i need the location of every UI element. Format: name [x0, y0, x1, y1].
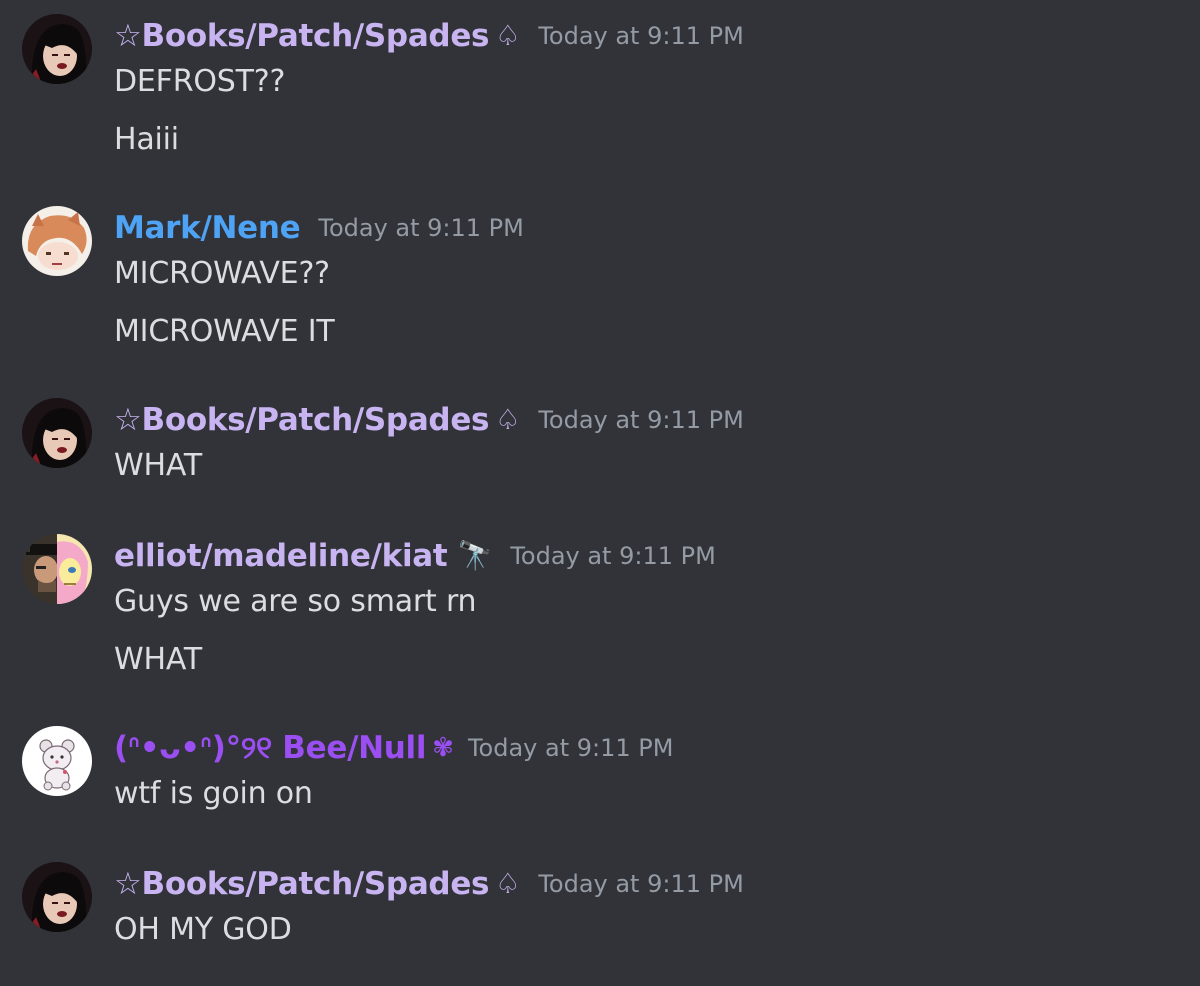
- dark-hair-character-avatar-icon: [22, 862, 92, 932]
- username[interactable]: (ᐢ•ᴗ•ᐢ)°୨୧ Bee/Null: [114, 730, 426, 767]
- message-header: (ᐢ•ᴗ•ᐢ)°୨୧ Bee/Null ✾ Today at 9:11 PM: [114, 726, 673, 770]
- user-avatar[interactable]: [22, 206, 92, 276]
- user-avatar[interactable]: [22, 14, 92, 84]
- flower-icon: ✾: [432, 733, 454, 763]
- user-avatar[interactable]: [22, 534, 92, 604]
- message-header: ☆Books/Patch/Spades ♤ Today at 9:11 PM: [114, 14, 744, 58]
- user-avatar[interactable]: [22, 862, 92, 932]
- message-header: elliot/madeline/kiat 🔭 Today at 9:11 PM: [114, 534, 716, 578]
- message-text: WHAT: [114, 642, 202, 677]
- telescope-icon: 🔭: [457, 539, 493, 572]
- dark-hair-character-avatar-icon: [22, 14, 92, 84]
- username[interactable]: Mark/Nene: [114, 210, 301, 246]
- timestamp[interactable]: Today at 9:11 PM: [468, 734, 674, 762]
- username[interactable]: ☆Books/Patch/Spades: [114, 18, 490, 54]
- message-text: MICROWAVE??: [114, 256, 330, 291]
- message-text: Haiii: [114, 122, 179, 157]
- message-text: Guys we are so smart rn: [114, 584, 477, 619]
- split-face-avatar-icon: [22, 534, 92, 604]
- chat-message-list: ☆Books/Patch/Spades ♤ Today at 9:11 PM D…: [0, 0, 1200, 986]
- message-header: Mark/Nene Today at 9:11 PM: [114, 206, 524, 250]
- timestamp[interactable]: Today at 9:11 PM: [538, 406, 744, 434]
- timestamp[interactable]: Today at 9:11 PM: [538, 870, 744, 898]
- dark-hair-character-avatar-icon: [22, 398, 92, 468]
- teddy-bear-avatar-icon: [22, 726, 92, 796]
- spade-icon: ♤: [495, 867, 521, 900]
- message-text: wtf is goin on: [114, 776, 313, 811]
- user-avatar[interactable]: [22, 398, 92, 468]
- orange-hair-character-avatar-icon: [22, 206, 92, 276]
- spade-icon: ♤: [495, 19, 521, 52]
- message-text: WHAT: [114, 448, 202, 483]
- timestamp[interactable]: Today at 9:11 PM: [538, 22, 744, 50]
- username[interactable]: ☆Books/Patch/Spades: [114, 402, 490, 438]
- message-header: ☆Books/Patch/Spades ♤ Today at 9:11 PM: [114, 398, 744, 442]
- user-avatar[interactable]: [22, 726, 92, 796]
- username[interactable]: elliot/madeline/kiat: [114, 538, 448, 574]
- message-text: DEFROST??: [114, 64, 286, 99]
- message-text: MICROWAVE IT: [114, 314, 335, 349]
- timestamp[interactable]: Today at 9:11 PM: [510, 542, 716, 570]
- message-header: ☆Books/Patch/Spades ♤ Today at 9:11 PM: [114, 862, 744, 906]
- spade-icon: ♤: [495, 403, 521, 436]
- username[interactable]: ☆Books/Patch/Spades: [114, 866, 490, 902]
- message-text: OH MY GOD: [114, 912, 292, 947]
- timestamp[interactable]: Today at 9:11 PM: [318, 214, 524, 242]
